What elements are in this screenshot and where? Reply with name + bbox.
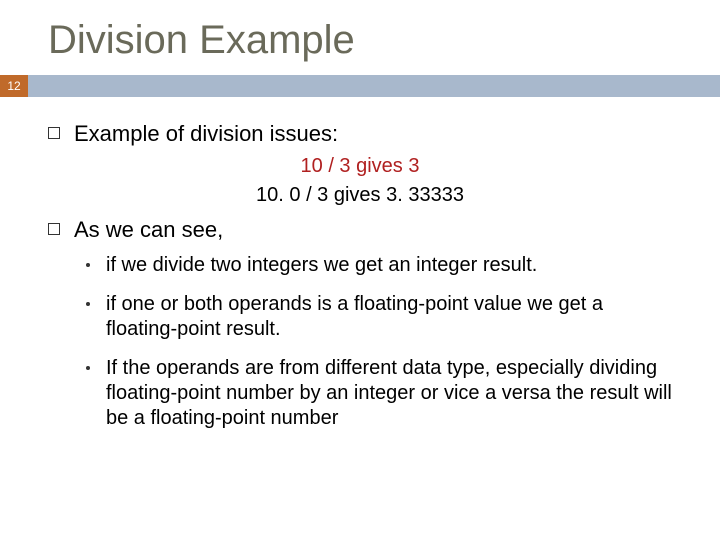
square-bullet-icon (48, 223, 60, 235)
sub-bullet-text: If the operands are from different data … (106, 356, 672, 431)
header-bar: 12 (0, 75, 720, 97)
bullet-level2: if we divide two integers we get an inte… (86, 253, 672, 278)
accent-bar (28, 75, 720, 97)
example-line: 10. 0 / 3 gives 3. 33333 (48, 184, 672, 207)
dot-bullet-icon (86, 302, 90, 306)
bullet-level1: As we can see, (48, 217, 672, 243)
bullet-level2: if one or both operands is a floating-po… (86, 292, 672, 342)
bullet-level1: Example of division issues: (48, 121, 672, 147)
example-line: 10 / 3 gives 3 (48, 155, 672, 178)
slide: Division Example 12 Example of division … (0, 0, 720, 540)
sub-bullet-group: if we divide two integers we get an inte… (86, 253, 672, 431)
page-number: 12 (0, 75, 28, 97)
sub-bullet-text: if one or both operands is a floating-po… (106, 292, 672, 342)
dot-bullet-icon (86, 366, 90, 370)
square-bullet-icon (48, 127, 60, 139)
dot-bullet-icon (86, 263, 90, 267)
bullet-level2: If the operands are from different data … (86, 356, 672, 431)
slide-content: Example of division issues: 10 / 3 gives… (0, 97, 720, 431)
slide-title: Division Example (0, 0, 720, 75)
sub-bullet-text: if we divide two integers we get an inte… (106, 253, 537, 278)
bullet-text: As we can see, (74, 217, 223, 243)
bullet-text: Example of division issues: (74, 121, 338, 147)
